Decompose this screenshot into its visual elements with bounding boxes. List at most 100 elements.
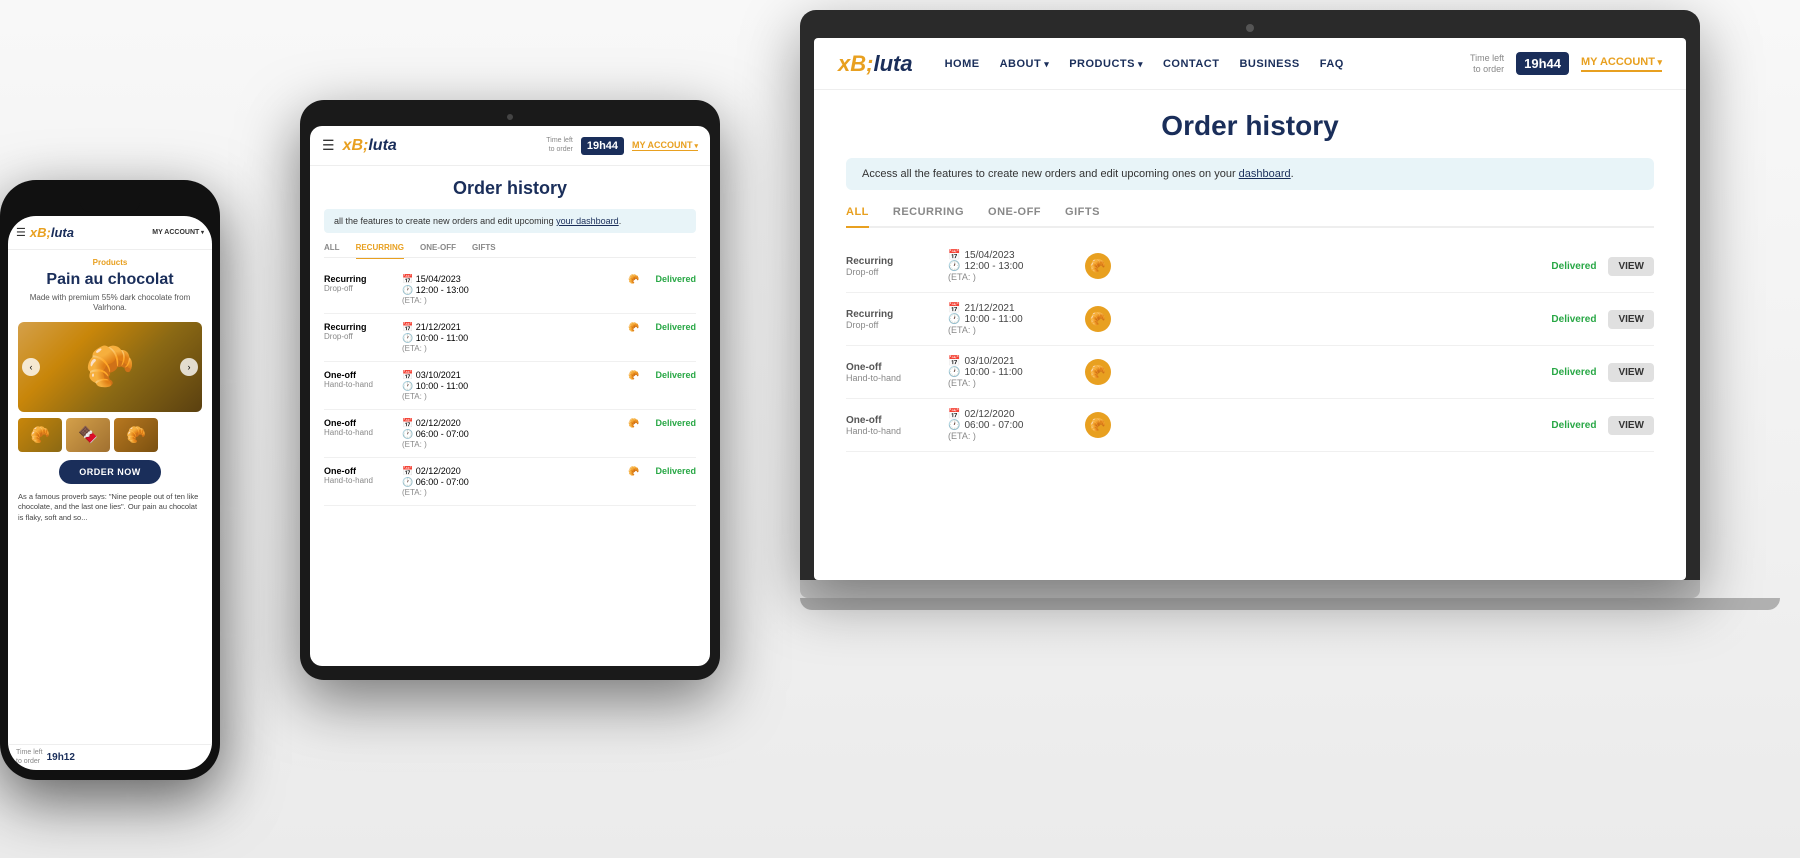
tab-gifts[interactable]: GIFTS [1065, 206, 1100, 226]
tablet-info-banner: all the features to create new orders an… [324, 209, 696, 233]
phone-order-now-button[interactable]: ORDER NOW [59, 460, 161, 484]
laptop-content: Order history Access all the features to… [814, 90, 1686, 580]
laptop-camera [1246, 24, 1254, 32]
order-status: Delivered [1551, 420, 1596, 431]
nav-faq[interactable]: FAQ [1320, 58, 1344, 70]
tablet-table-row: One-off Hand-to-hand 📅 02/12/2020 🕐 06:0… [324, 458, 696, 506]
hamburger-icon[interactable]: ☰ [322, 137, 335, 154]
tablet-order-status: Delivered [655, 418, 696, 428]
phone-navbar: ☰ xB;luta MY ACCOUNT [8, 216, 212, 250]
nav-products[interactable]: PRODUCTS [1069, 58, 1143, 70]
order-date: 📅21/12/2021 🕐10:00 - 11:00 (ETA: ) [948, 303, 1068, 335]
info-banner: Access all the features to create new or… [846, 158, 1654, 190]
laptop-device: xB;luta HOME ABOUT PRODUCTS CONTACT BUSI… [800, 10, 1720, 630]
laptop-base [800, 580, 1700, 598]
nav-about[interactable]: ABOUT [1000, 58, 1050, 70]
phone-device: ☰ xB;luta MY ACCOUNT Products Pain au ch… [0, 180, 220, 780]
tablet-device: ☰ xB;luta Time leftto order 19h44 MY ACC… [300, 100, 720, 680]
order-type: Recurring Drop-off [846, 309, 936, 330]
tablet-order-status: Delivered [655, 370, 696, 380]
tablet-orders-list: Recurring Drop-off 📅 15/04/2023 🕐 12:00 … [324, 266, 696, 506]
order-type: One-off Hand-to-hand [846, 362, 936, 383]
laptop-logo[interactable]: xB;luta [838, 51, 913, 77]
laptop-nav-right: Time leftto order 19h44 MY ACCOUNT [1470, 52, 1662, 75]
time-left-label: Time leftto order [1470, 53, 1504, 75]
tablet-logo[interactable]: xB;luta [343, 137, 539, 155]
tablet-table-row: One-off Hand-to-hand 📅 02/12/2020 🕐 06:0… [324, 410, 696, 458]
tablet-order-tabs: ALL RECURRING ONE-OFF GIFTS [324, 243, 696, 258]
order-date: 📅02/12/2020 🕐06:00 - 07:00 (ETA: ) [948, 409, 1068, 441]
laptop-body: xB;luta HOME ABOUT PRODUCTS CONTACT BUSI… [800, 10, 1700, 580]
phone-hamburger-icon[interactable]: ☰ [16, 226, 26, 239]
time-badge: 19h44 [1516, 52, 1569, 75]
tab-one-off[interactable]: ONE-OFF [988, 206, 1041, 226]
image-prev-button[interactable]: ‹ [22, 358, 40, 376]
view-order-button[interactable]: VIEW [1608, 310, 1654, 329]
image-next-button[interactable]: › [180, 358, 198, 376]
phone-body: ☰ xB;luta MY ACCOUNT Products Pain au ch… [0, 180, 220, 780]
order-item-icon: 🥐 [1080, 253, 1116, 279]
phone-product-title: Pain au chocolat [18, 271, 202, 289]
thumbnail-3[interactable]: 🥐 [114, 418, 158, 452]
tablet-order-history-title: Order history [324, 178, 696, 199]
table-row: Recurring Drop-off 📅15/04/2023 🕐12:00 - … [846, 240, 1654, 293]
tablet-content: Order history all the features to create… [310, 166, 710, 666]
order-status: Delivered [1551, 261, 1596, 272]
table-row: One-off Hand-to-hand 📅03/10/2021 🕐10:00 … [846, 346, 1654, 399]
table-row: Recurring Drop-off 📅21/12/2021 🕐10:00 - … [846, 293, 1654, 346]
tablet-body: ☰ xB;luta Time leftto order 19h44 MY ACC… [300, 100, 720, 680]
tablet-camera [507, 114, 513, 120]
nav-contact[interactable]: CONTACT [1163, 58, 1219, 70]
my-account-link[interactable]: MY ACCOUNT [1581, 56, 1662, 72]
phone-logo[interactable]: xB;luta [30, 225, 148, 240]
phone-screen: ☰ xB;luta MY ACCOUNT Products Pain au ch… [8, 216, 212, 770]
view-order-button[interactable]: VIEW [1608, 363, 1654, 382]
tablet-order-status: Delivered [655, 466, 696, 476]
tablet-account-link[interactable]: MY ACCOUNT [632, 140, 698, 151]
order-item-icon: 🥐 [1080, 359, 1116, 385]
order-status: Delivered [1551, 367, 1596, 378]
nav-home[interactable]: HOME [945, 58, 980, 70]
phone-product-description: Made with premium 55% dark chocolate fro… [18, 293, 202, 314]
laptop-navbar: xB;luta HOME ABOUT PRODUCTS CONTACT BUSI… [814, 38, 1686, 90]
phone-product-image: ‹ 🥐 › [18, 322, 202, 412]
food-visual: 🥐 [18, 322, 202, 412]
order-history-title: Order history [846, 110, 1654, 142]
phone-full-description: As a famous proverb says: "Nine people o… [18, 492, 202, 524]
tab-all[interactable]: ALL [846, 206, 869, 228]
tab-recurring[interactable]: RECURRING [893, 206, 964, 226]
order-type: Recurring Drop-off [846, 256, 936, 277]
phone-bottom-bar: Time leftto order 19h12 [8, 744, 212, 770]
nav-business[interactable]: BUSINESS [1239, 58, 1299, 70]
orders-list: Recurring Drop-off 📅15/04/2023 🕐12:00 - … [846, 240, 1654, 452]
tablet-order-status: Delivered [655, 322, 696, 332]
tablet-tab-recurring[interactable]: RECURRING [356, 243, 404, 259]
thumbnail-1[interactable]: 🥐 [18, 418, 62, 452]
tablet-time-badge: 19h44 [581, 137, 624, 155]
order-item-icon: 🥐 [1080, 412, 1116, 438]
laptop-nav-links: HOME ABOUT PRODUCTS CONTACT BUSINESS FAQ [945, 58, 1470, 70]
tablet-order-status: Delivered [655, 274, 696, 284]
order-status: Delivered [1551, 314, 1596, 325]
view-order-button[interactable]: VIEW [1608, 416, 1654, 435]
phone-content: Products Pain au chocolat Made with prem… [8, 250, 212, 744]
order-type: One-off Hand-to-hand [846, 415, 936, 436]
order-tabs: ALL RECURRING ONE-OFF GIFTS [846, 206, 1654, 228]
laptop-screen: xB;luta HOME ABOUT PRODUCTS CONTACT BUSI… [814, 38, 1686, 580]
order-item-icon: 🥐 [1080, 306, 1116, 332]
tablet-table-row: Recurring Drop-off 📅 21/12/2021 🕐 10:00 … [324, 314, 696, 362]
tablet-navbar: ☰ xB;luta Time leftto order 19h44 MY ACC… [310, 126, 710, 166]
phone-account-link[interactable]: MY ACCOUNT [152, 229, 204, 236]
tablet-tab-one-off[interactable]: ONE-OFF [420, 243, 456, 257]
tablet-tab-gifts[interactable]: GIFTS [472, 243, 496, 257]
dashboard-link[interactable]: dashboard [1239, 168, 1291, 180]
tablet-table-row: One-off Hand-to-hand 📅 03/10/2021 🕐 10:0… [324, 362, 696, 410]
order-date: 📅03/10/2021 🕐10:00 - 11:00 (ETA: ) [948, 356, 1068, 388]
tablet-tab-all[interactable]: ALL [324, 243, 340, 257]
thumbnail-2[interactable]: 🍫 [66, 418, 110, 452]
phone-notch [80, 196, 140, 212]
view-order-button[interactable]: VIEW [1608, 257, 1654, 276]
tablet-dashboard-link[interactable]: your dashboard [556, 216, 619, 226]
phone-time-value: 19h12 [47, 752, 75, 763]
phone-category-label: Products [18, 258, 202, 267]
